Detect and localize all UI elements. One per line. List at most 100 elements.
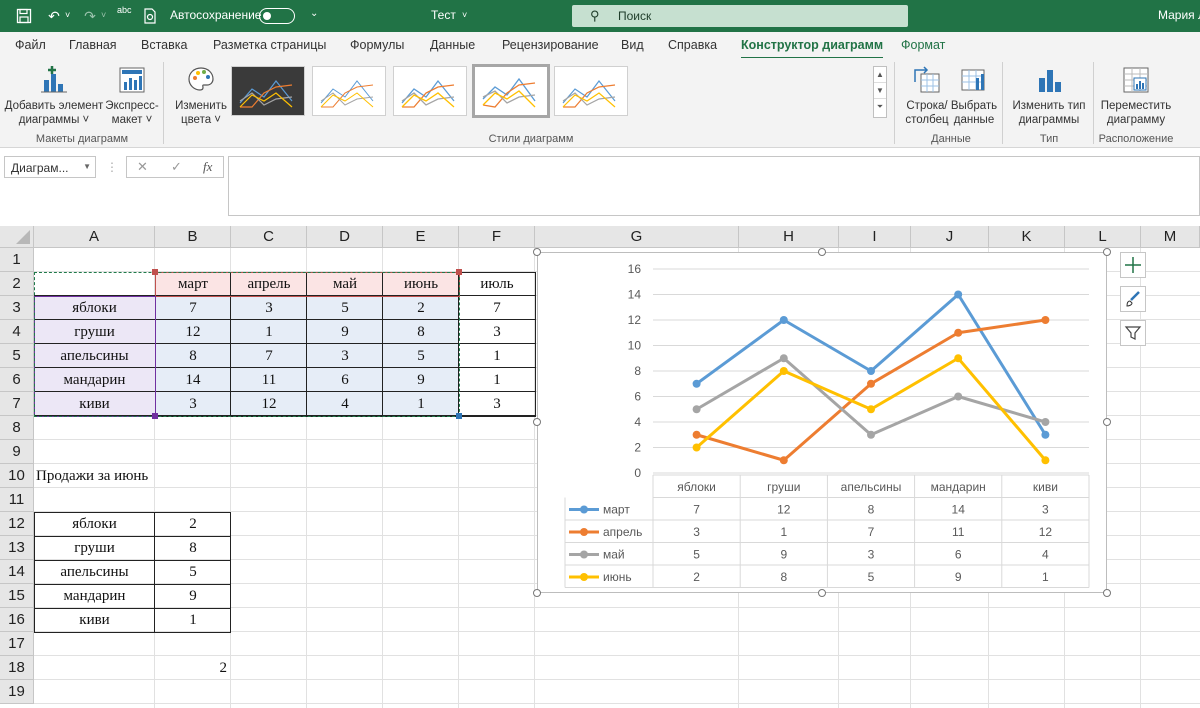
data-point[interactable]: [954, 290, 963, 299]
data-point[interactable]: [1041, 430, 1050, 439]
column-header-c[interactable]: C: [231, 226, 307, 248]
tab-insert[interactable]: Вставка: [141, 38, 187, 52]
row-header[interactable]: 18: [0, 656, 34, 680]
table2-fruit-cell[interactable]: апельсины: [34, 560, 155, 584]
table1-value-cell[interactable]: 3: [459, 320, 535, 344]
data-point[interactable]: [692, 443, 701, 452]
spelling-icon[interactable]: abc: [117, 5, 132, 15]
row-header[interactable]: 6: [0, 368, 34, 392]
data-point[interactable]: [1041, 316, 1050, 324]
chart-style-3[interactable]: [393, 66, 467, 116]
title-dropdown-icon[interactable]: ˅: [462, 10, 467, 20]
tab-page-layout[interactable]: Разметка страницы: [213, 38, 326, 52]
table1-header-cell[interactable]: июль: [459, 272, 535, 296]
move-chart-button[interactable]: Переместить диаграмму: [1098, 64, 1174, 127]
row-header[interactable]: 19: [0, 680, 34, 704]
column-header-l[interactable]: L: [1065, 226, 1141, 248]
customize-qat-icon[interactable]: ⌄: [310, 8, 318, 19]
table2-fruit-cell[interactable]: киви: [34, 608, 155, 632]
undo-dropdown-icon[interactable]: ˅: [65, 10, 70, 20]
select-all-corner[interactable]: [0, 226, 34, 248]
switch-row-column-button[interactable]: Строка/ столбец: [904, 64, 950, 127]
add-chart-element-button[interactable]: Добавить элемент диаграммы ˅: [4, 64, 104, 127]
gallery-up-icon[interactable]: ▲: [874, 67, 886, 83]
series-line[interactable]: [695, 293, 1047, 436]
data-point[interactable]: [692, 430, 701, 439]
resize-handle[interactable]: [818, 248, 826, 256]
tab-review[interactable]: Рецензирование: [502, 38, 599, 52]
chart-filters-button[interactable]: [1120, 320, 1146, 346]
table2-fruit-cell[interactable]: груши: [34, 536, 155, 560]
data-point[interactable]: [867, 405, 875, 414]
insert-function-icon[interactable]: fx: [203, 159, 212, 175]
data-point[interactable]: [779, 367, 788, 375]
data-point[interactable]: [954, 328, 963, 337]
cancel-icon[interactable]: ✕: [137, 159, 148, 175]
row-header[interactable]: 4: [0, 320, 34, 344]
name-box[interactable]: Диаграм... ▼: [4, 156, 96, 178]
change-colors-button[interactable]: Изменить цвета ˅: [170, 64, 232, 127]
tab-help[interactable]: Справка: [668, 38, 717, 52]
column-header-e[interactable]: E: [383, 226, 459, 248]
row-header[interactable]: 9: [0, 440, 34, 464]
resize-handle[interactable]: [533, 418, 541, 426]
line-chart[interactable]: 0 2 4 6 8 10 12 14 16 яблоки груши апельсины мандари…: [537, 252, 1107, 593]
range-handle[interactable]: [152, 269, 158, 275]
data-point[interactable]: [692, 379, 701, 388]
redo-icon[interactable]: ↷: [80, 6, 100, 26]
table2-fruit-cell[interactable]: яблоки: [34, 512, 155, 536]
row-header[interactable]: 15: [0, 584, 34, 608]
tab-data[interactable]: Данные: [430, 38, 475, 52]
table2-fruit-cell[interactable]: мандарин: [34, 584, 155, 608]
tab-view[interactable]: Вид: [621, 38, 644, 52]
table1-value-cell[interactable]: 3: [459, 392, 535, 416]
table2-value-cell[interactable]: 5: [155, 560, 231, 584]
row-header[interactable]: 16: [0, 608, 34, 632]
row-header[interactable]: 12: [0, 512, 34, 536]
range-handle[interactable]: [456, 269, 462, 275]
data-point[interactable]: [867, 367, 875, 375]
resize-handle[interactable]: [1103, 418, 1111, 426]
data-point[interactable]: [867, 430, 875, 439]
select-data-button[interactable]: Выбрать данные: [950, 64, 998, 127]
row-header[interactable]: 8: [0, 416, 34, 440]
tab-home[interactable]: Главная: [69, 38, 117, 52]
row-header[interactable]: 17: [0, 632, 34, 656]
gallery-more-icon[interactable]: ⏷: [874, 99, 886, 115]
chart-style-2[interactable]: [312, 66, 386, 116]
row-header[interactable]: 3: [0, 296, 34, 320]
name-box-dropdown-icon[interactable]: ▼: [83, 162, 91, 171]
row-header[interactable]: 11: [0, 488, 34, 512]
undo-icon[interactable]: ↶: [44, 6, 64, 26]
row-header[interactable]: 2: [0, 272, 34, 296]
data-point[interactable]: [779, 456, 788, 465]
table1-value-cell[interactable]: 1: [459, 344, 535, 368]
table1-value-cell[interactable]: 7: [459, 296, 535, 320]
data-point[interactable]: [954, 392, 963, 401]
search-box[interactable]: ⚲ Поиск: [572, 5, 908, 27]
autosave-toggle[interactable]: [259, 8, 295, 24]
row-header[interactable]: 13: [0, 536, 34, 560]
table2-value-cell[interactable]: 9: [155, 584, 231, 608]
resize-handle[interactable]: [533, 248, 541, 256]
column-header-m[interactable]: M: [1141, 226, 1200, 248]
data-point[interactable]: [1041, 418, 1050, 426]
tab-file[interactable]: Файл: [15, 38, 46, 52]
column-header-b[interactable]: B: [155, 226, 231, 248]
column-header-j[interactable]: J: [911, 226, 989, 248]
column-header-i[interactable]: I: [839, 226, 911, 248]
gallery-scroll[interactable]: ▲ ▼ ⏷: [873, 66, 887, 118]
column-header-h[interactable]: H: [739, 226, 839, 248]
enter-icon[interactable]: ✓: [171, 159, 182, 175]
row-header[interactable]: 1: [0, 248, 34, 272]
chart-style-5[interactable]: [554, 66, 628, 116]
cell-b18[interactable]: 2: [155, 656, 231, 680]
touch-mode-icon[interactable]: [140, 6, 160, 26]
column-header-g[interactable]: G: [535, 226, 739, 248]
row-header[interactable]: 7: [0, 392, 34, 416]
row-header[interactable]: 14: [0, 560, 34, 584]
chart-style-4-selected[interactable]: [472, 64, 550, 118]
chart-elements-button[interactable]: [1120, 252, 1146, 278]
resize-handle[interactable]: [1103, 589, 1111, 597]
data-point[interactable]: [779, 354, 788, 363]
